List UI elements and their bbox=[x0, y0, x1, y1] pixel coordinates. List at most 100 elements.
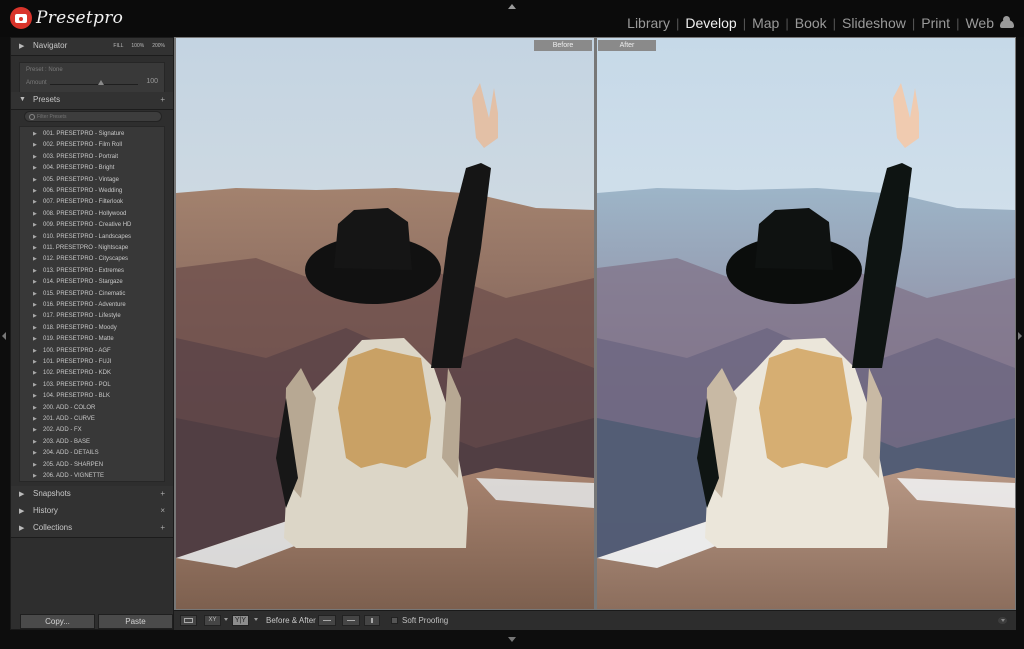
copy-before-to-after-button[interactable] bbox=[318, 615, 336, 626]
module-separator: | bbox=[785, 15, 789, 31]
preset-item[interactable]: ▶ 018. PRESETPRO - Moody bbox=[20, 323, 164, 334]
module-library[interactable]: Library bbox=[627, 15, 670, 31]
clear-history-icon[interactable]: × bbox=[160, 506, 165, 515]
expand-arrow-icon: ▶ bbox=[19, 525, 25, 532]
preset-item[interactable]: ▶ 100. PRESETPRO - AGF bbox=[20, 346, 164, 357]
preset-item[interactable]: ▶ 002. PRESETPRO - Film Roll bbox=[20, 140, 164, 151]
chevron-down-icon[interactable] bbox=[254, 618, 258, 621]
chevron-down-icon[interactable] bbox=[224, 618, 228, 621]
preset-item[interactable]: ▶ 202. ADD - FX bbox=[20, 425, 164, 436]
preset-item[interactable]: ▶ 104. PRESETPRO - BLK bbox=[20, 391, 164, 402]
preset-name: 200. ADD - COLOR bbox=[43, 404, 96, 411]
copy-after-to-before-button[interactable] bbox=[342, 615, 360, 626]
preset-item[interactable]: ▶ 201. ADD - CURVE bbox=[20, 414, 164, 425]
before-after-view: Before After bbox=[174, 37, 1016, 610]
collapse-right-panel-icon[interactable] bbox=[1018, 332, 1022, 340]
preset-item[interactable]: ▶ 011. PRESETPRO - Nightscape bbox=[20, 243, 164, 254]
preset-item[interactable]: ▶ 001. PRESETPRO - Signature bbox=[20, 129, 164, 140]
search-icon bbox=[29, 114, 35, 120]
presets-header[interactable]: ▼ Presets + bbox=[11, 92, 173, 110]
module-web[interactable]: Web bbox=[965, 15, 994, 31]
preset-item[interactable]: ▶ 008. PRESETPRO - Hollywood bbox=[20, 209, 164, 220]
swap-before-after-button[interactable] bbox=[364, 615, 380, 626]
preset-item[interactable]: ▶ 007. PRESETPRO - Filterlook bbox=[20, 197, 164, 208]
preset-item[interactable]: ▶ 013. PRESETPRO - Extremes bbox=[20, 266, 164, 277]
collapse-filmstrip-icon[interactable] bbox=[508, 637, 516, 642]
amount-value: 100 bbox=[146, 78, 158, 85]
before-after-view-button[interactable]: Y|Y bbox=[232, 615, 249, 626]
add-collection-icon[interactable]: + bbox=[160, 523, 165, 532]
preset-item[interactable]: ▶ 103. PRESETPRO - POL bbox=[20, 380, 164, 391]
copy-button[interactable]: Copy... bbox=[20, 614, 95, 629]
preset-item[interactable]: ▶ 005. PRESETPRO - Vintage bbox=[20, 175, 164, 186]
preset-item[interactable]: ▶ 010. PRESETPRO - Landscapes bbox=[20, 232, 164, 243]
add-snapshot-icon[interactable]: + bbox=[160, 489, 165, 498]
preset-item[interactable]: ▶ 015. PRESETPRO - Cinematic bbox=[20, 289, 164, 300]
bottom-toolbar: XY Y|Y Before & After : Soft Proofing bbox=[174, 610, 1016, 630]
after-photo[interactable] bbox=[597, 38, 1015, 609]
zoom-fill-option[interactable]: FILL bbox=[113, 43, 123, 49]
preset-filter bbox=[24, 111, 162, 122]
preset-item[interactable]: ▶ 017. PRESETPRO - Lifestyle bbox=[20, 311, 164, 322]
collections-header[interactable]: ▶ Collections + bbox=[11, 520, 173, 538]
preset-item[interactable]: ▶ 102. PRESETPRO - KDK bbox=[20, 368, 164, 379]
left-panel: ▶ Navigator FILL 100% 200% Preset : None… bbox=[10, 37, 174, 630]
add-preset-icon[interactable]: + bbox=[160, 95, 165, 104]
toolbar-menu-icon[interactable] bbox=[998, 617, 1007, 624]
preset-item[interactable]: ▶ 204. ADD - DETAILS bbox=[20, 448, 164, 459]
preset-item[interactable]: ▶ 004. PRESETPRO - Bright bbox=[20, 163, 164, 174]
preset-item[interactable]: ▶ 206. ADD - VIGNETTE bbox=[20, 471, 164, 482]
preset-name: 014. PRESETPRO - Stargaze bbox=[43, 279, 123, 286]
zoom-100-option[interactable]: 100% bbox=[131, 43, 144, 49]
history-header[interactable]: ▶ History × bbox=[11, 503, 173, 521]
zoom-200-option[interactable]: 200% bbox=[152, 43, 165, 49]
module-slideshow[interactable]: Slideshow bbox=[842, 15, 906, 31]
preset-item[interactable]: ▶ 019. PRESETPRO - Matte bbox=[20, 334, 164, 345]
preset-name: 008. PRESETPRO - Hollywood bbox=[43, 210, 127, 217]
preset-item[interactable]: ▶ 016. PRESETPRO - Adventure bbox=[20, 300, 164, 311]
preset-item[interactable]: ▶ 200. ADD - COLOR bbox=[20, 403, 164, 414]
preset-item[interactable]: ▶ 003. PRESETPRO - Portrait bbox=[20, 152, 164, 163]
expand-arrow-icon: ▶ bbox=[33, 438, 37, 445]
snapshots-header[interactable]: ▶ Snapshots + bbox=[11, 486, 173, 504]
preset-item[interactable]: ▶ 203. ADD - BASE bbox=[20, 437, 164, 448]
expand-arrow-icon: ▶ bbox=[33, 210, 37, 217]
preset-item[interactable]: ▶ 012. PRESETPRO - Cityscapes bbox=[20, 254, 164, 265]
amount-slider-track[interactable] bbox=[50, 84, 138, 85]
preset-name: 018. PRESETPRO - Moody bbox=[43, 324, 117, 331]
preset-name: 015. PRESETPRO - Cinematic bbox=[43, 290, 126, 297]
preset-name: 102. PRESETPRO - KDK bbox=[43, 370, 112, 377]
preset-item[interactable]: ▶ 009. PRESETPRO - Creative HD bbox=[20, 220, 164, 231]
before-photo[interactable] bbox=[176, 38, 594, 609]
module-separator: | bbox=[956, 15, 960, 31]
amount-slider-knob[interactable] bbox=[98, 80, 105, 85]
module-picker: Library | Develop | Map | Book | Slideshow | Print… bbox=[627, 15, 1014, 31]
module-separator: | bbox=[911, 15, 916, 31]
zoom-options: FILL 100% 200% bbox=[113, 43, 165, 49]
module-develop[interactable]: Develop bbox=[685, 15, 736, 31]
expand-arrow-icon: ▶ bbox=[33, 427, 37, 434]
module-book[interactable]: Book bbox=[795, 15, 827, 31]
preset-filter-input[interactable] bbox=[37, 113, 147, 121]
module-separator: | bbox=[832, 15, 837, 31]
expand-arrow-icon: ▶ bbox=[33, 336, 37, 343]
preset-item[interactable]: ▶ 205. ADD - SHARPEN bbox=[20, 460, 164, 471]
preset-item[interactable]: ▶ 101. PRESETPRO - FUJI bbox=[20, 357, 164, 368]
preset-item[interactable]: ▶ 014. PRESETPRO - Stargaze bbox=[20, 277, 164, 288]
app-logo: Presetpro bbox=[10, 7, 123, 29]
navigator-header[interactable]: ▶ Navigator FILL 100% 200% bbox=[11, 38, 173, 56]
collapse-arrow-icon: ▼ bbox=[19, 96, 26, 103]
expand-arrow-icon: ▶ bbox=[33, 461, 37, 468]
preset-item[interactable]: ▶ 006. PRESETPRO - Wedding bbox=[20, 186, 164, 197]
paste-button[interactable]: Paste bbox=[98, 614, 173, 629]
preset-name: 204. ADD - DETAILS bbox=[43, 450, 99, 457]
module-map[interactable]: Map bbox=[752, 15, 779, 31]
compare-view-button[interactable]: XY bbox=[204, 615, 221, 626]
cloud-icon[interactable] bbox=[1000, 16, 1014, 28]
soft-proofing-checkbox[interactable] bbox=[391, 617, 398, 624]
loupe-view-button[interactable] bbox=[180, 615, 197, 626]
collapse-left-panel-icon[interactable] bbox=[2, 332, 6, 340]
collapse-top-panel-icon[interactable] bbox=[508, 4, 516, 9]
module-print[interactable]: Print bbox=[921, 15, 950, 31]
before-photo-image bbox=[176, 38, 594, 609]
